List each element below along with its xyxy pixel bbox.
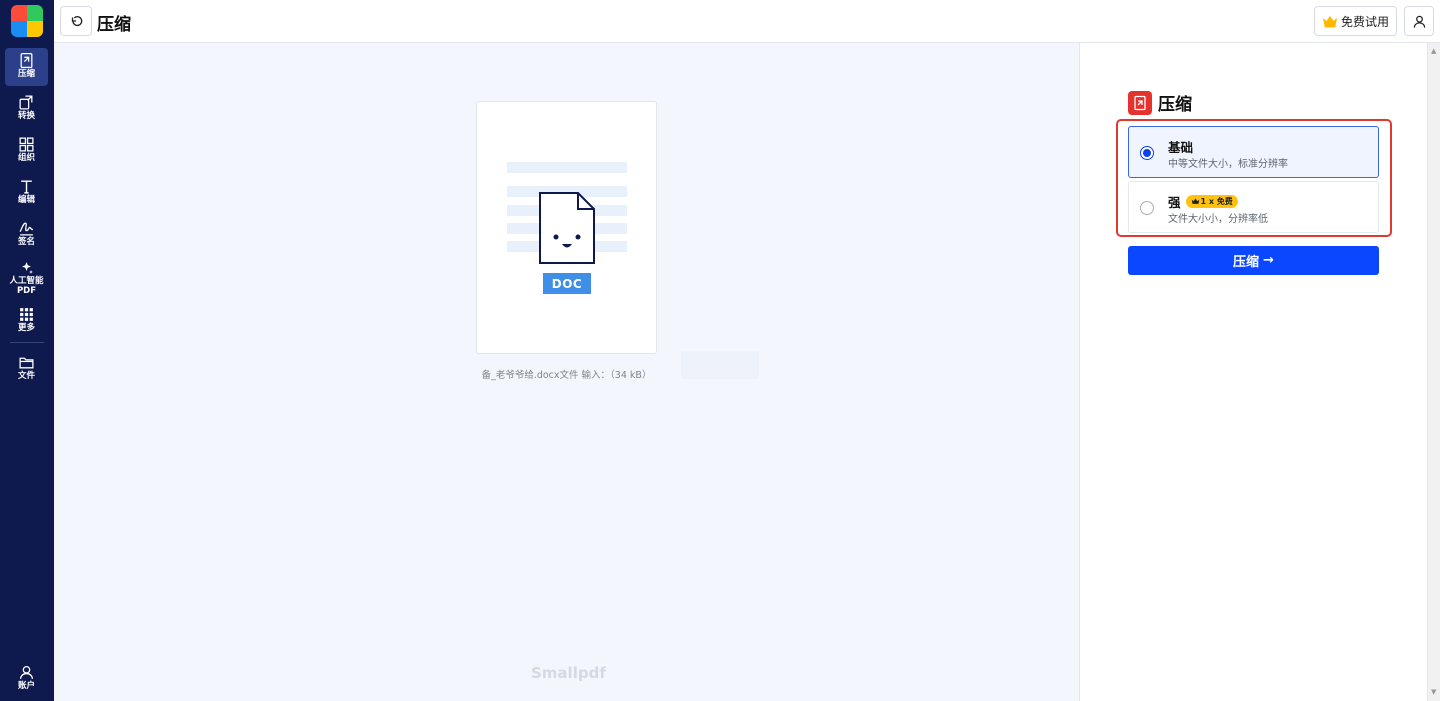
option-title: 基础: [1168, 140, 1194, 155]
user-icon: [1413, 15, 1425, 28]
option-description: 中等文件大小，标准分辨率: [1168, 159, 1288, 170]
sidebar-item-sign[interactable]: 签名: [5, 216, 48, 254]
sidebar-item-label: 文件: [17, 371, 35, 381]
sidebar-item-more[interactable]: 更多: [5, 302, 48, 340]
sidebar-item-label: 签名: [17, 237, 35, 247]
sidebar-item-ai-pdf[interactable]: 人工智能 PDF: [5, 256, 48, 296]
sidebar-item-convert[interactable]: 转换: [5, 90, 48, 128]
free-trial-label: 免费试用: [1340, 14, 1389, 29]
sidebar-item-label: 压缩: [17, 69, 35, 79]
panel-header: 压缩: [1128, 90, 1192, 115]
doc-placeholder-line: [507, 162, 627, 173]
compress-tool-icon: [1128, 90, 1152, 115]
reset-button[interactable]: [60, 6, 92, 36]
scroll-down-icon[interactable]: ▼: [1431, 688, 1436, 696]
sidebar-item-label: 编辑: [17, 195, 35, 205]
free-uses-badge: 1 x 免费: [1185, 195, 1238, 208]
undo-icon: [71, 16, 83, 27]
sidebar-item-account[interactable]: 账户: [5, 660, 48, 698]
sidebar-item-label: 人工智能: [9, 276, 44, 286]
convert-icon: [19, 95, 33, 110]
top-header: 压缩 免费试用: [54, 0, 1440, 43]
folder-icon: [19, 357, 34, 369]
compress-button[interactable]: 压缩 →: [1128, 246, 1379, 275]
page-title: 压缩: [97, 15, 131, 35]
file-preview-area: DOC 备_老爷爷给.docx文件 输入：（34 kB） Smallpdf: [54, 43, 1079, 701]
radio-basic[interactable]: [1140, 146, 1154, 160]
sidebar-item-organize[interactable]: 组织: [5, 132, 48, 170]
sidebar-item-label: 更多: [17, 323, 35, 333]
signature-icon: [19, 222, 33, 236]
sidebar-divider: [10, 342, 44, 343]
compress-button-label: 压缩: [1233, 255, 1260, 270]
option-title: 强 1 x 免费: [1168, 192, 1238, 211]
compress-icon: [20, 52, 33, 69]
radio-strong[interactable]: [1140, 201, 1154, 215]
scrollbar[interactable]: ▲ ▼: [1427, 43, 1440, 701]
option-basic[interactable]: 基础 中等文件大小，标准分辨率: [1128, 126, 1379, 178]
grid-icon: [20, 308, 33, 321]
organize-icon: [19, 137, 34, 152]
crown-icon: [1191, 198, 1199, 204]
sidebar-item-label: 组织: [17, 153, 35, 163]
file-thumbnail-card[interactable]: DOC: [476, 101, 657, 354]
arrow-right-icon: →: [1263, 253, 1274, 268]
free-trial-button[interactable]: 免费试用: [1314, 6, 1397, 36]
sidebar-item-label: 账户: [17, 681, 35, 691]
sidebar: 压缩 转换 组织 编辑 签名 人工智能 PDF 更多 文件 账户: [0, 0, 54, 701]
file-info-caption: 备_老爷爷给.docx文件 输入：（34 kB）: [481, 370, 652, 381]
sparkle-icon: [22, 262, 33, 274]
account-button[interactable]: [1404, 6, 1434, 36]
sidebar-item-edit[interactable]: 编辑: [5, 174, 48, 212]
sidebar-item-label: 转换: [17, 111, 35, 121]
smallpdf-logo-icon[interactable]: [11, 5, 43, 37]
edit-text-icon: [21, 180, 32, 194]
panel-title: 压缩: [1158, 95, 1192, 115]
smiling-document-icon: [539, 192, 595, 264]
scroll-up-icon[interactable]: ▲: [1431, 47, 1436, 55]
sidebar-item-label-line2: PDF: [16, 286, 37, 296]
crown-icon: [1322, 15, 1337, 27]
user-icon: [20, 666, 33, 679]
option-strong[interactable]: 强 1 x 免费 文件大小小，分辨率低: [1128, 181, 1379, 233]
compression-options-panel: 压缩 基础 中等文件大小，标准分辨率 强 1 x 免费 文件大小小，分辨率低 压…: [1079, 43, 1427, 701]
sidebar-item-files[interactable]: 文件: [5, 350, 48, 388]
file-type-badge: DOC: [543, 273, 591, 294]
smallpdf-watermark: Smallpdf: [531, 664, 606, 682]
option-description: 文件大小小，分辨率低: [1168, 214, 1268, 225]
sidebar-item-compress[interactable]: 压缩: [5, 48, 48, 86]
